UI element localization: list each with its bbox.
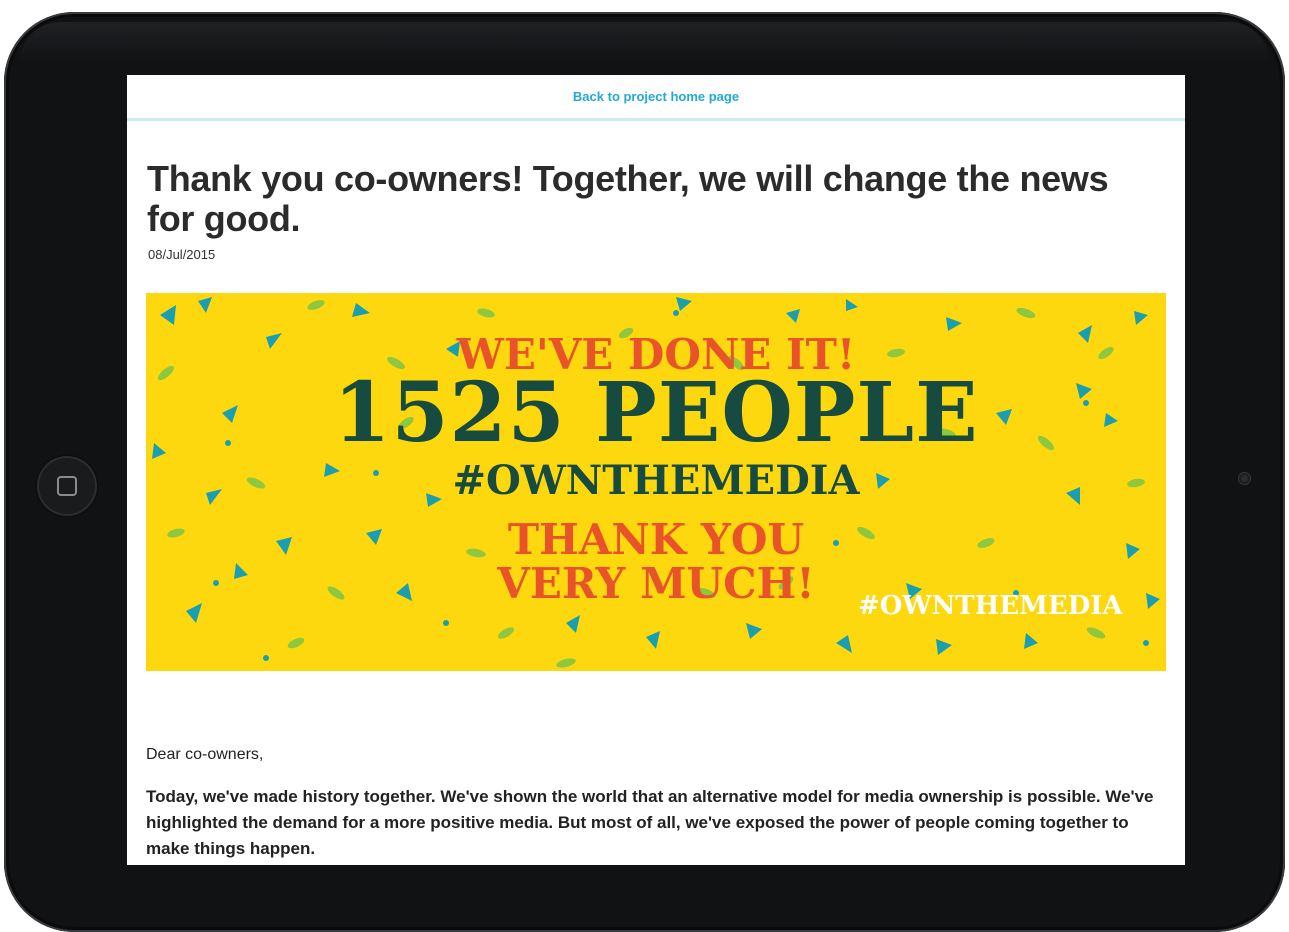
top-navigation-bar: Back to project home page (127, 75, 1185, 121)
banner-line-hashtag: #OWNTHEMEDIA (452, 457, 860, 504)
post-greeting: Dear co-owners, (146, 746, 264, 763)
back-to-project-link[interactable]: Back to project home page (573, 89, 739, 104)
post-date: 08/Jul/2015 (148, 247, 216, 262)
banner-line-people: 1525 PEOPLE (333, 365, 979, 461)
home-button[interactable] (37, 456, 97, 516)
banner-thank-you: THANK YOU (507, 515, 805, 564)
tablet-screen: Back to project home page Thank you co-o… (127, 75, 1185, 865)
square-icon (57, 476, 77, 496)
post-title: Thank you co-owners! Together, we will c… (147, 158, 1109, 239)
bezel-highlight (20, 22, 1269, 62)
post-body: Dear co-owners, Today, we've made histor… (146, 746, 1166, 862)
camera-icon (1239, 473, 1250, 484)
banner-corner-hashtag: #OWNTHEMEDIA (858, 591, 1123, 621)
celebration-banner-image: WE'VE DONE IT! 1525 PEOPLE #OWNTHEMEDIA … (146, 293, 1166, 671)
post-paragraph: Today, we've made history together. We'v… (146, 787, 1154, 858)
